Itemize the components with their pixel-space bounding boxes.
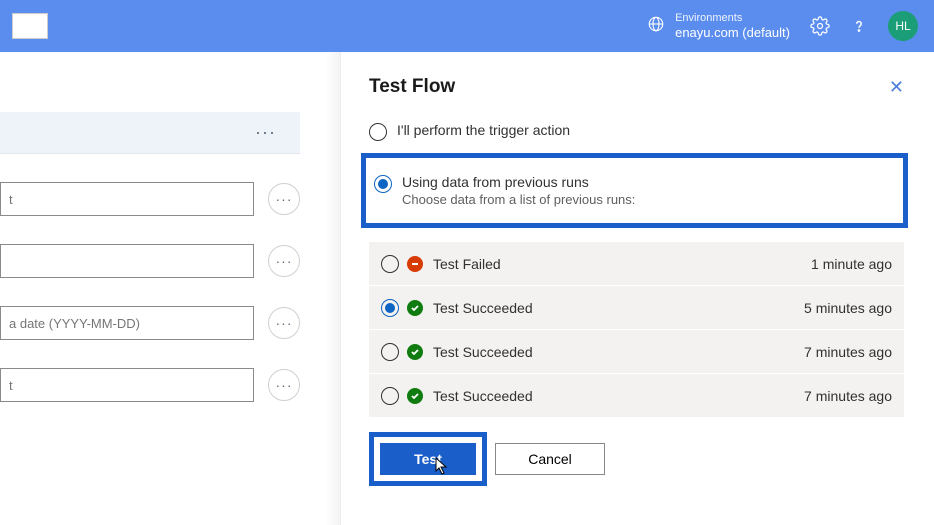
left-pane: ··· ··· ··· ··· ··· [0,52,340,525]
run-time: 7 minutes ago [804,388,892,404]
radio-icon [381,255,399,273]
field-input[interactable] [0,306,254,340]
run-time: 1 minute ago [811,256,892,272]
run-list: Test Failed 1 minute ago Test Succeeded 5 m… [369,242,904,418]
more-icon[interactable]: ··· [268,369,300,401]
radio-icon [369,123,387,141]
card-header: ··· [0,112,300,154]
radio-icon [374,175,392,193]
more-icon[interactable]: ··· [255,122,276,143]
help-icon[interactable] [850,17,868,35]
highlight-previous-option: Using data from previous runs Choose dat… [361,153,908,228]
button-row: Test Cancel [369,432,904,486]
highlight-test-button: Test [369,432,487,486]
option-manual-label: I'll perform the trigger action [397,122,570,138]
test-flow-panel: Test Flow ✕ I'll perform the trigger act… [340,52,934,525]
avatar[interactable]: HL [888,11,918,41]
app-header: Environments enayu.com (default) HL [0,0,934,52]
settings-icon[interactable] [810,16,830,36]
run-time: 7 minutes ago [804,344,892,360]
environment-section[interactable]: Environments enayu.com (default) [647,12,790,41]
run-item[interactable]: Test Succeeded 7 minutes ago [369,330,904,374]
success-icon [407,344,423,360]
option-manual[interactable]: I'll perform the trigger action [369,116,904,147]
field-input[interactable] [0,244,254,278]
env-value: enayu.com (default) [675,25,790,41]
option-previous-label: Using data from previous runs [402,174,635,190]
fail-icon [407,256,423,272]
test-button[interactable]: Test [380,443,476,475]
env-label: Environments [675,12,790,25]
radio-icon [381,343,399,361]
run-item[interactable]: Test Succeeded 5 minutes ago [369,286,904,330]
option-previous[interactable]: Using data from previous runs Choose dat… [374,168,895,213]
test-button-label: Test [414,451,442,467]
run-item[interactable]: Test Failed 1 minute ago [369,242,904,286]
run-label: Test Succeeded [433,388,796,404]
field-input[interactable] [0,368,254,402]
more-icon[interactable]: ··· [268,307,300,339]
close-icon[interactable]: ✕ [889,77,904,98]
success-icon [407,300,423,316]
header-right: Environments enayu.com (default) HL [647,11,918,41]
success-icon [407,388,423,404]
field-input[interactable] [0,182,254,216]
run-item[interactable]: Test Succeeded 7 minutes ago [369,374,904,418]
main-area: ··· ··· ··· ··· ··· Test Flow ✕ I'll per… [0,52,934,525]
radio-icon [381,299,399,317]
panel-title: Test Flow [369,76,455,98]
globe-icon [647,15,665,38]
search-box[interactable] [12,13,48,39]
run-time: 5 minutes ago [804,300,892,316]
more-icon[interactable]: ··· [268,245,300,277]
header-left [16,13,48,39]
more-icon[interactable]: ··· [268,183,300,215]
run-label: Test Failed [433,256,803,272]
run-label: Test Succeeded [433,344,796,360]
option-previous-sub: Choose data from a list of previous runs… [402,192,635,207]
radio-icon [381,387,399,405]
run-label: Test Succeeded [433,300,796,316]
cancel-button[interactable]: Cancel [495,443,605,475]
